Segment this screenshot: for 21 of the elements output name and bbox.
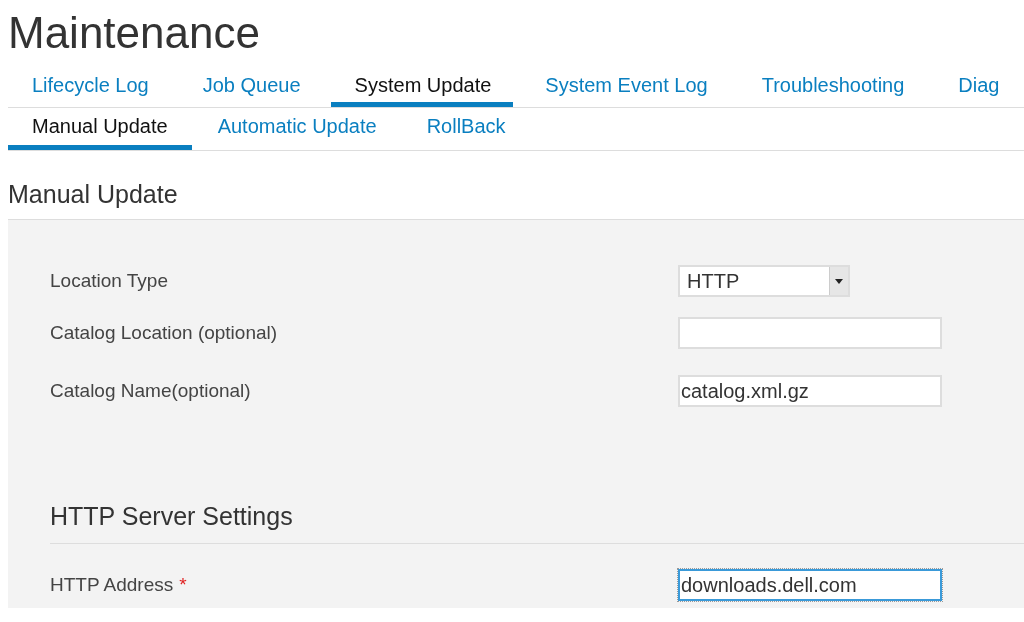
required-mark: *	[179, 574, 187, 595]
tab[interactable]: System Update	[330, 66, 514, 107]
dropdown[interactable]: HTTP	[678, 265, 850, 297]
subsection-title: HTTP Server Settings	[50, 502, 1024, 544]
tab[interactable]: Troubleshooting	[737, 66, 927, 107]
input-field[interactable]	[678, 317, 942, 349]
page-title: Maintenance	[8, 8, 261, 59]
tab[interactable]: Automatic Update	[195, 108, 401, 150]
tab[interactable]: Diag	[934, 66, 1022, 107]
tab[interactable]: Job Queue	[178, 66, 323, 107]
tab[interactable]: Manual Update	[8, 108, 192, 150]
tab[interactable]: Lifecycle Log	[8, 66, 171, 107]
field-label: HTTP Address	[50, 574, 174, 595]
field-label: Catalog Name(optional)	[50, 380, 251, 401]
input-field[interactable]: catalog.xml.gz	[678, 375, 942, 407]
tab[interactable]: System Event Log	[521, 66, 730, 107]
caret-icon	[835, 278, 843, 284]
tab[interactable]: RollBack	[404, 108, 530, 150]
field-label: Catalog Location (optional)	[50, 322, 278, 343]
input-field[interactable]: downloads.dell.com	[678, 569, 942, 601]
field-label: Location Type	[50, 270, 168, 291]
